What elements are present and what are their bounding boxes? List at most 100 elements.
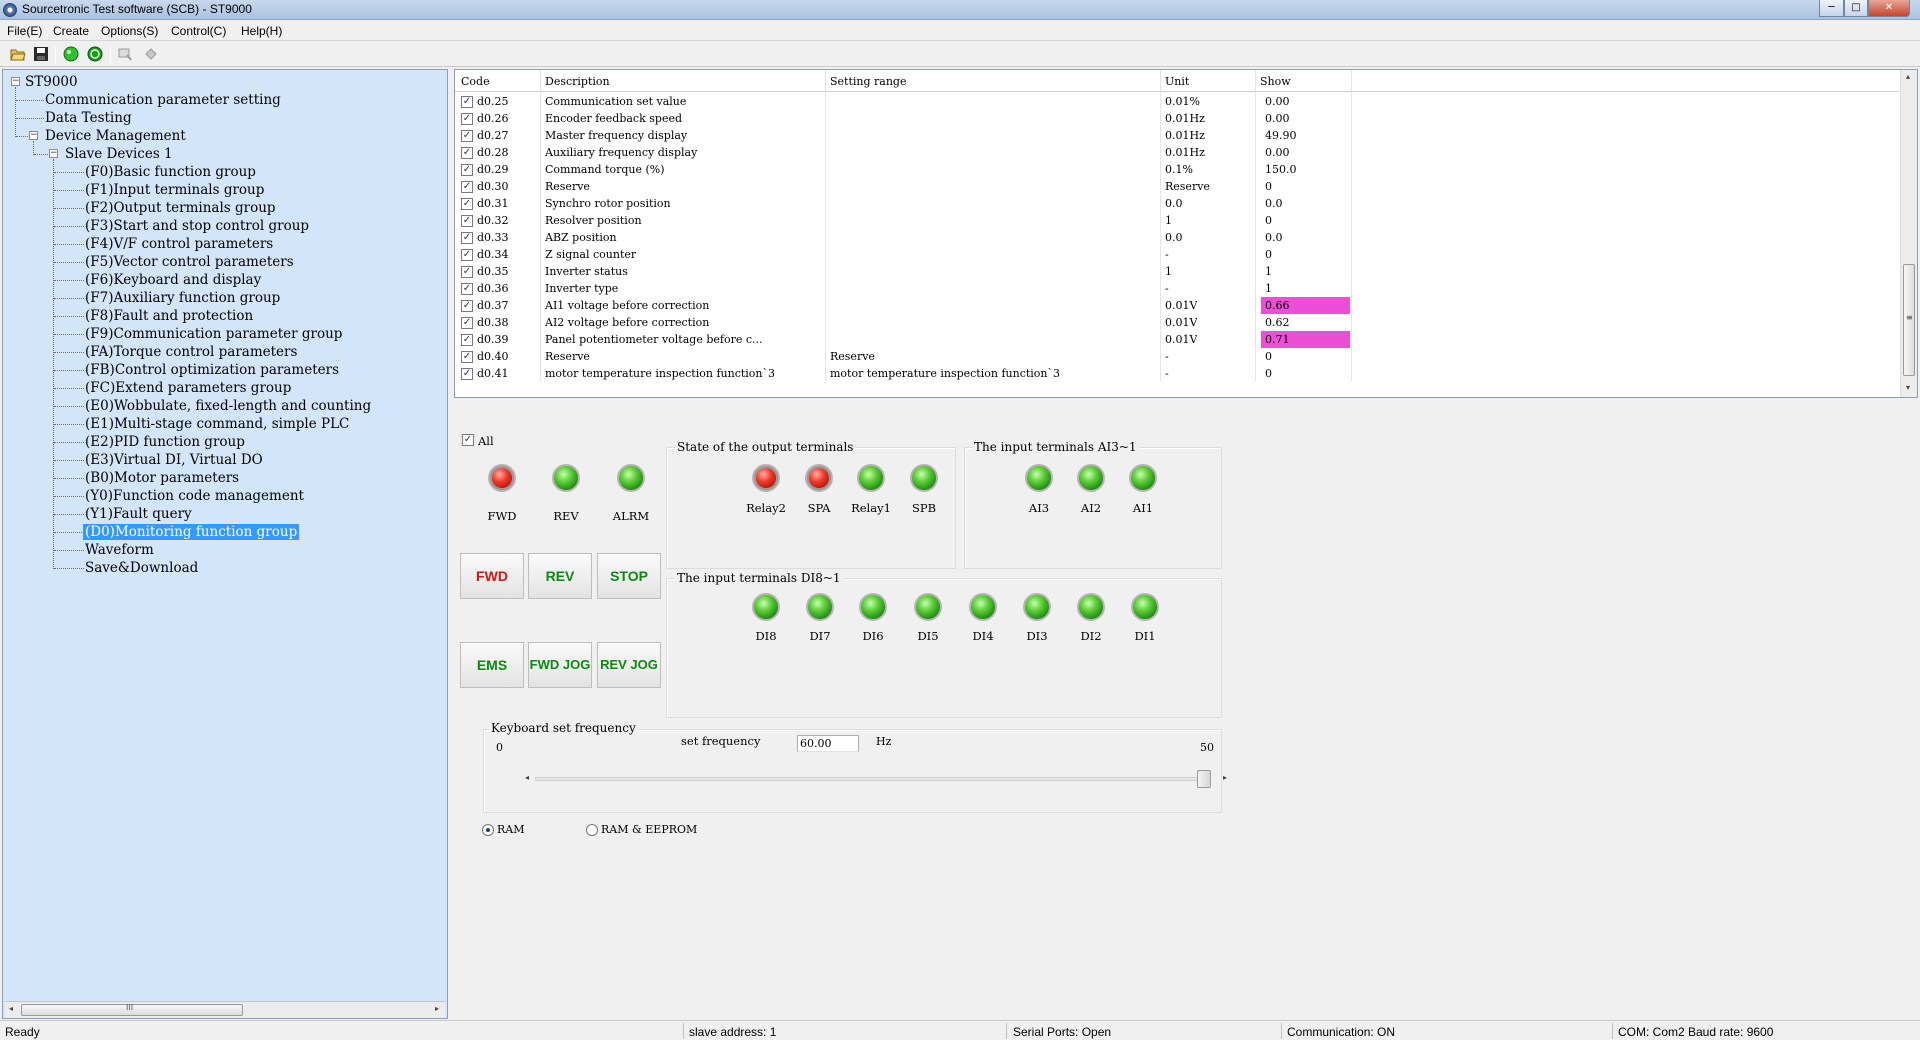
- scroll-down-arrow-icon[interactable]: ▾: [1906, 383, 1910, 392]
- tree-horizontal-scrollbar[interactable]: ◂ III ▸: [5, 1001, 445, 1018]
- row-checkbox[interactable]: ✓: [461, 113, 473, 125]
- minimize-button[interactable]: ─: [1819, 0, 1844, 17]
- tree-slave-device[interactable]: Slave Devices 1: [65, 146, 173, 162]
- open-folder-icon[interactable]: [10, 46, 26, 62]
- table-row[interactable]: ✓ d0.30 Reserve Reserve 0: [455, 178, 1899, 195]
- row-checkbox[interactable]: ✓: [461, 317, 473, 329]
- row-checkbox[interactable]: ✓: [461, 368, 473, 380]
- tree-item[interactable]: Communication parameter setting: [45, 92, 281, 108]
- disconnect-icon[interactable]: [87, 46, 103, 62]
- row-checkbox[interactable]: ✓: [461, 300, 473, 312]
- row-checkbox[interactable]: ✓: [461, 266, 473, 278]
- fwd-jog-button[interactable]: FWD JOG: [528, 642, 592, 688]
- tree-group-item[interactable]: (E3)Virtual DI, Virtual DO: [85, 452, 263, 468]
- table-row[interactable]: ✓ d0.38 AI2 voltage before correction 0.01V…: [455, 314, 1899, 331]
- tree-group-item[interactable]: (E1)Multi-stage command, simple PLC: [85, 416, 349, 432]
- table-row[interactable]: ✓ d0.40 Reserve Reserve - 0: [455, 348, 1899, 365]
- row-checkbox[interactable]: ✓: [461, 283, 473, 295]
- scroll-left-arrow-icon[interactable]: ◂: [9, 1004, 13, 1013]
- row-checkbox[interactable]: ✓: [461, 96, 473, 108]
- tree-group-item[interactable]: (FC)Extend parameters group: [85, 380, 291, 396]
- menu-file[interactable]: File(E): [7, 24, 42, 38]
- scroll-right-arrow-icon[interactable]: ▸: [435, 1004, 439, 1013]
- table-row[interactable]: ✓ d0.37 AI1 voltage before correction 0.01V…: [455, 297, 1899, 314]
- tree-group-item[interactable]: (F4)V/F control parameters: [85, 236, 273, 252]
- monitor-icon[interactable]: [117, 46, 133, 62]
- column-header-4[interactable]: Show: [1260, 73, 1291, 90]
- table-row[interactable]: ✓ d0.28 Auxiliary frequency display 0.01Hz 0…: [455, 144, 1899, 161]
- menu-options[interactable]: Options(S): [101, 24, 158, 38]
- tree-group-item[interactable]: (B0)Motor parameters: [85, 470, 239, 486]
- slider-left-arrow-icon[interactable]: ◂: [525, 773, 529, 782]
- menu-control[interactable]: Control(C): [171, 24, 226, 38]
- table-row[interactable]: ✓ d0.34 Z signal counter - 0: [455, 246, 1899, 263]
- slider-right-arrow-icon[interactable]: ▸: [1223, 773, 1227, 782]
- tree-group-item[interactable]: (E0)Wobbulate, fixed-length and counting: [85, 398, 371, 414]
- connect-icon[interactable]: [63, 46, 79, 62]
- table-row[interactable]: ✓ d0.25 Communication set value 0.01% 0.00: [455, 93, 1899, 110]
- collapse-device-icon[interactable]: −: [29, 131, 38, 140]
- table-row[interactable]: ✓ d0.39 Panel potentiometer voltage before…: [455, 331, 1899, 348]
- row-checkbox[interactable]: ✓: [461, 181, 473, 193]
- menu-create[interactable]: Create: [53, 24, 89, 38]
- all-checkbox[interactable]: ✓: [462, 434, 474, 446]
- tree-group-item[interactable]: (F3)Start and stop control group: [85, 218, 309, 234]
- tree-root[interactable]: ST9000: [25, 74, 78, 90]
- table-row[interactable]: ✓ d0.33 ABZ position 0.0 0.0: [455, 229, 1899, 246]
- tree-group-item[interactable]: (FA)Torque control parameters: [85, 344, 297, 360]
- tree-group-item[interactable]: (F2)Output terminals group: [85, 200, 276, 216]
- scroll-thumb[interactable]: ≡: [1903, 264, 1915, 376]
- tree-group-item[interactable]: (F1)Input terminals group: [85, 182, 264, 198]
- close-button[interactable]: ✕: [1868, 0, 1910, 17]
- table-row[interactable]: ✓ d0.32 Resolver position 1 0: [455, 212, 1899, 229]
- row-checkbox[interactable]: ✓: [461, 164, 473, 176]
- storage-radio-ram[interactable]: [482, 824, 494, 836]
- table-row[interactable]: ✓ d0.26 Encoder feedback speed 0.01Hz 0.00: [455, 110, 1899, 127]
- tree-group-item[interactable]: (F9)Communication parameter group: [85, 326, 342, 342]
- stop-button[interactable]: STOP: [597, 553, 661, 599]
- row-checkbox[interactable]: ✓: [461, 198, 473, 210]
- tree-group-item[interactable]: (F5)Vector control parameters: [85, 254, 294, 270]
- tree-item-selected[interactable]: (D0)Monitoring function group: [83, 524, 300, 540]
- rev-jog-button[interactable]: REV JOG: [597, 642, 661, 688]
- grid-vertical-scrollbar[interactable]: ▴ ≡ ▾: [1900, 70, 1917, 397]
- table-row[interactable]: ✓ d0.35 Inverter status 1 1: [455, 263, 1899, 280]
- column-header-3[interactable]: Unit: [1165, 73, 1189, 90]
- maximize-button[interactable]: □: [1844, 0, 1868, 17]
- table-row[interactable]: ✓ d0.41 motor temperature inspection funct…: [455, 365, 1899, 382]
- rev-button[interactable]: REV: [528, 553, 592, 599]
- tree-item[interactable]: Device Management: [45, 128, 186, 144]
- scroll-thumb[interactable]: III: [21, 1003, 243, 1016]
- tree-group-item[interactable]: (F8)Fault and protection: [85, 308, 253, 324]
- upload-icon[interactable]: [143, 46, 159, 62]
- scroll-up-arrow-icon[interactable]: ▴: [1906, 72, 1910, 81]
- row-checkbox[interactable]: ✓: [461, 249, 473, 261]
- tree-group-item[interactable]: (F0)Basic function group: [85, 164, 256, 180]
- ems-button[interactable]: EMS: [460, 642, 524, 688]
- table-row[interactable]: ✓ d0.31 Synchro rotor position 0.0 0.0: [455, 195, 1899, 212]
- column-header-2[interactable]: Setting range: [830, 73, 906, 90]
- fwd-button[interactable]: FWD: [460, 553, 524, 599]
- tree-group-item[interactable]: (Y1)Fault query: [85, 506, 192, 522]
- table-row[interactable]: ✓ d0.36 Inverter type - 1: [455, 280, 1899, 297]
- tree-group-item[interactable]: (Y0)Function code management: [85, 488, 304, 504]
- tree-group-item[interactable]: (F6)Keyboard and display: [85, 272, 261, 288]
- table-row[interactable]: ✓ d0.27 Master frequency display 0.01Hz 49.9…: [455, 127, 1899, 144]
- collapse-root-icon[interactable]: −: [11, 77, 20, 86]
- row-checkbox[interactable]: ✓: [461, 215, 473, 227]
- menu-help[interactable]: Help(H): [241, 24, 282, 38]
- tree-group-item[interactable]: (FB)Control optimization parameters: [85, 362, 339, 378]
- tree-group-item[interactable]: (E2)PID function group: [85, 434, 245, 450]
- row-checkbox[interactable]: ✓: [461, 232, 473, 244]
- tree-item[interactable]: Waveform: [85, 542, 154, 558]
- table-row[interactable]: ✓ d0.29 Command torque (%) 0.1% 150.0: [455, 161, 1899, 178]
- row-checkbox[interactable]: ✓: [461, 351, 473, 363]
- column-header-0[interactable]: Code: [461, 73, 490, 90]
- storage-radio-ram-eeprom[interactable]: [586, 824, 598, 836]
- tree-group-item[interactable]: (F7)Auxiliary function group: [85, 290, 280, 306]
- collapse-slave-icon[interactable]: −: [49, 149, 58, 158]
- tree-item[interactable]: Data Testing: [45, 110, 132, 126]
- column-header-1[interactable]: Description: [545, 73, 610, 90]
- row-checkbox[interactable]: ✓: [461, 130, 473, 142]
- set-frequency-input[interactable]: [797, 735, 859, 752]
